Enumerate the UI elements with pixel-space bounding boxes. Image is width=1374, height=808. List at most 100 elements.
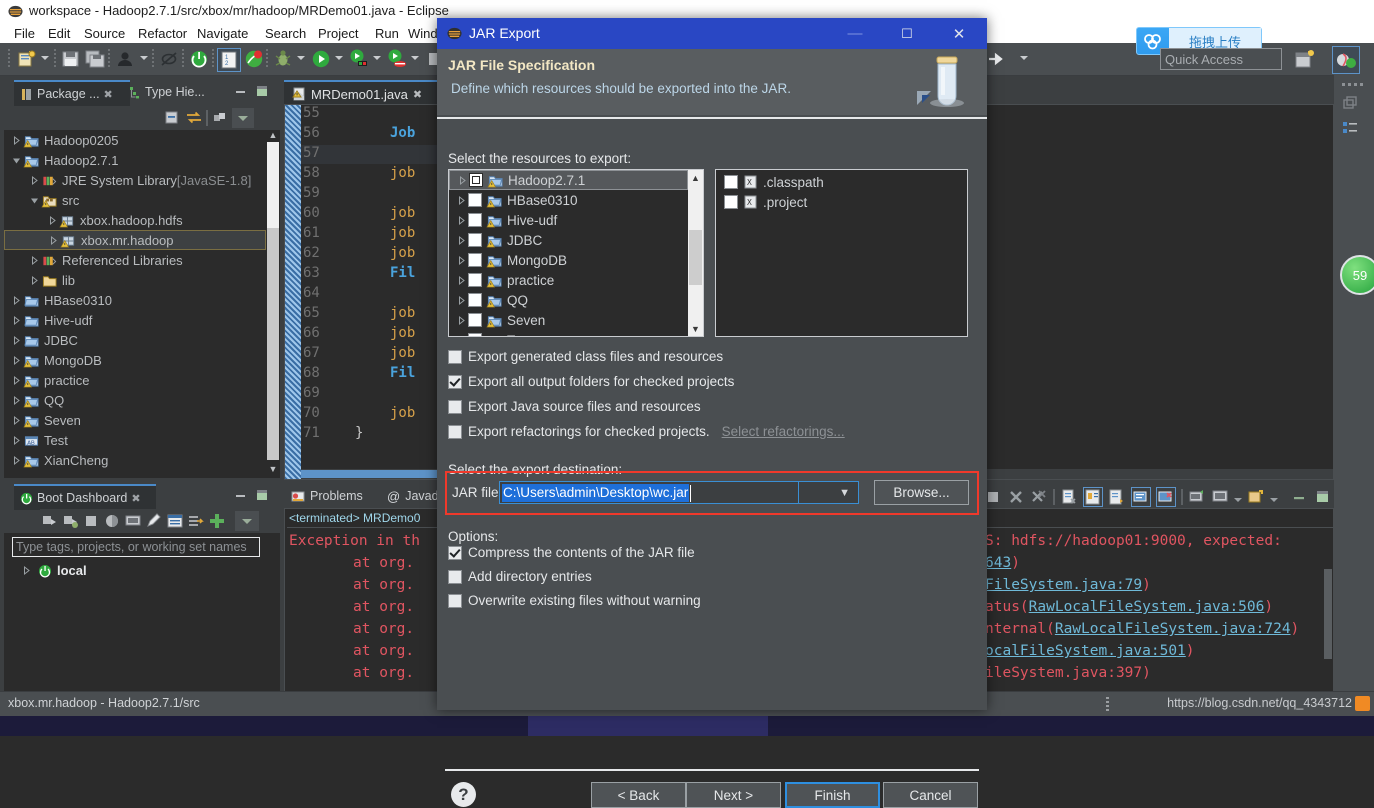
scrollbar-track[interactable] xyxy=(267,228,279,460)
run-icon[interactable] xyxy=(310,48,332,70)
outline-view-icon[interactable] xyxy=(1341,119,1359,137)
help-button[interactable]: ? xyxy=(451,782,476,807)
display-console-icon[interactable] xyxy=(1211,488,1229,506)
minimize-view-icon[interactable] xyxy=(1291,488,1309,506)
file-checkbox[interactable] xyxy=(724,195,738,209)
resource-checkbox[interactable] xyxy=(468,253,482,267)
expand-arrow-icon[interactable] xyxy=(455,214,468,227)
package-explorer-row[interactable]: Hadoop0205 xyxy=(4,130,266,150)
close-console-icon[interactable] xyxy=(1156,487,1176,507)
expand-arrow-icon[interactable] xyxy=(10,434,23,447)
expand-arrow-icon[interactable] xyxy=(455,274,468,287)
tab-problems[interactable]: Problems xyxy=(284,484,394,508)
power-boot-icon[interactable] xyxy=(188,48,210,70)
expand-arrow-icon[interactable] xyxy=(455,314,468,327)
maximize-view-icon[interactable] xyxy=(1314,488,1332,506)
minimize-view-icon[interactable] xyxy=(235,489,247,501)
resource-tree-row[interactable]: Hive-udf xyxy=(449,210,688,230)
expand-arrow-icon[interactable] xyxy=(46,214,59,227)
select-refactorings-link[interactable]: Select refactorings... xyxy=(722,424,845,439)
resource-checkbox[interactable] xyxy=(468,193,482,207)
debug-start-icon[interactable] xyxy=(61,512,79,530)
menu-edit[interactable]: Edit xyxy=(48,26,70,41)
resource-checkbox[interactable] xyxy=(468,293,482,307)
tab-mrdemo01-java[interactable]: MRDemo01.java ✖ xyxy=(284,80,450,106)
expand-arrow-icon[interactable] xyxy=(10,314,23,327)
package-explorer-row[interactable]: Seven xyxy=(4,410,266,430)
tab-boot-dashboard[interactable]: Boot Dashboard ✖ xyxy=(14,484,156,510)
view-menu-packages-icon[interactable] xyxy=(211,109,229,127)
expand-arrow-icon[interactable] xyxy=(28,254,41,267)
start-icon[interactable] xyxy=(40,512,58,530)
expand-arrow-icon[interactable] xyxy=(456,174,469,187)
package-explorer-row[interactable]: lib xyxy=(4,270,266,290)
taskbar-active-window[interactable] xyxy=(528,716,768,736)
maximize-view-icon[interactable] xyxy=(256,85,268,97)
package-explorer-row[interactable]: JRE System Library [JavaSE-1.8] xyxy=(4,170,266,190)
resource-tree-listbox[interactable]: Hadoop2.7.1 HBase0310 Hive-udf JDBC MongoDB p… xyxy=(448,169,704,337)
coverage-icon[interactable] xyxy=(386,48,408,70)
display-selected-console-icon[interactable] xyxy=(1131,487,1151,507)
scrollbar-thumb[interactable] xyxy=(267,142,279,228)
open-task-icon[interactable]: 1 2 xyxy=(217,48,241,72)
jar-option-checkbox[interactable] xyxy=(448,545,462,560)
export-option-checkbox[interactable] xyxy=(448,374,462,389)
expand-arrow-icon[interactable] xyxy=(28,174,41,187)
package-explorer-row[interactable]: Referenced Libraries xyxy=(4,250,266,270)
stack-trace-link[interactable]: ocalFileSystem.java:501 xyxy=(985,643,1186,659)
scrollbar-thumb[interactable] xyxy=(689,230,702,285)
resource-tree-row[interactable]: QQ xyxy=(449,290,688,310)
back-button[interactable]: < Back xyxy=(591,782,686,808)
package-explorer-row[interactable]: xbox.mr.hadoop xyxy=(4,230,266,250)
package-explorer-scrollbar[interactable]: ▲ ▼ xyxy=(266,130,280,478)
expand-arrow-icon[interactable] xyxy=(10,134,23,147)
jar-option-checkbox-row[interactable]: Add directory entries xyxy=(448,569,592,584)
quick-access-input[interactable]: Quick Access xyxy=(1160,48,1282,70)
expand-arrow-icon[interactable] xyxy=(10,294,23,307)
remove-all-launches-icon[interactable] xyxy=(1030,488,1048,506)
package-explorer-row[interactable]: MongoDB xyxy=(4,350,266,370)
menu-project[interactable]: Project xyxy=(318,26,358,41)
resource-checkbox[interactable] xyxy=(468,313,482,327)
stack-trace-link[interactable]: RawLocalFileSystem.java:724 xyxy=(1055,621,1291,637)
export-option-checkbox[interactable] xyxy=(448,399,462,414)
expand-arrow-icon[interactable] xyxy=(455,334,468,336)
menu-search[interactable]: Search xyxy=(265,26,306,41)
tab-close-icon[interactable]: ✖ xyxy=(413,88,422,101)
open-console-icon[interactable] xyxy=(124,512,142,530)
cancel-button[interactable]: Cancel xyxy=(883,782,978,808)
boot-dashboard-filter-input[interactable]: Type tags, projects, or working set name… xyxy=(12,537,260,557)
package-explorer-row[interactable]: Hive-udf xyxy=(4,310,266,330)
package-explorer-row[interactable]: QQ xyxy=(4,390,266,410)
expand-arrow-icon[interactable] xyxy=(47,234,60,247)
resource-checkbox[interactable] xyxy=(468,273,482,287)
resource-file-row[interactable]: X .classpath xyxy=(716,172,967,192)
package-explorer-tree[interactable]: Hadoop0205 Hadoop2.7.1 JRE System Library … xyxy=(4,130,280,478)
package-explorer-row[interactable]: src xyxy=(4,190,266,210)
jar-option-checkbox[interactable] xyxy=(448,593,462,608)
menu-source[interactable]: Source xyxy=(84,26,125,41)
dialog-maximize-button[interactable]: ☐ xyxy=(885,18,929,49)
refresh-icon[interactable] xyxy=(103,512,121,530)
redeploy-icon[interactable] xyxy=(187,512,205,530)
finish-button[interactable]: Finish xyxy=(785,782,880,808)
user-profile-icon[interactable] xyxy=(114,48,136,70)
jar-option-checkbox-row[interactable]: Overwrite existing files without warning xyxy=(448,593,701,608)
package-explorer-row[interactable]: JDBC xyxy=(4,330,266,350)
stack-trace-link[interactable]: 643 xyxy=(985,555,1011,571)
properties-icon[interactable] xyxy=(166,512,184,530)
add-icon[interactable] xyxy=(208,512,226,530)
notification-badge[interactable]: 59 xyxy=(1340,255,1374,295)
minimize-view-icon[interactable] xyxy=(235,85,247,97)
collapse-arrow-icon[interactable] xyxy=(28,194,41,207)
tab-type-hierarchy[interactable]: Type Hie... xyxy=(122,80,226,104)
package-explorer-row[interactable]: AB Test xyxy=(4,430,266,450)
menu-window[interactable]: Wind xyxy=(408,26,438,41)
resource-tree-row[interactable]: Seven xyxy=(449,310,688,330)
scroll-down-icon[interactable]: ▼ xyxy=(267,464,279,476)
pin-console-icon[interactable] xyxy=(1108,488,1126,506)
forward-arrow-icon[interactable] xyxy=(985,48,1007,70)
boot-dashboard-item-local[interactable]: local xyxy=(20,563,87,578)
maximize-view-icon[interactable] xyxy=(256,489,268,501)
new-wizard-icon[interactable] xyxy=(16,48,38,70)
